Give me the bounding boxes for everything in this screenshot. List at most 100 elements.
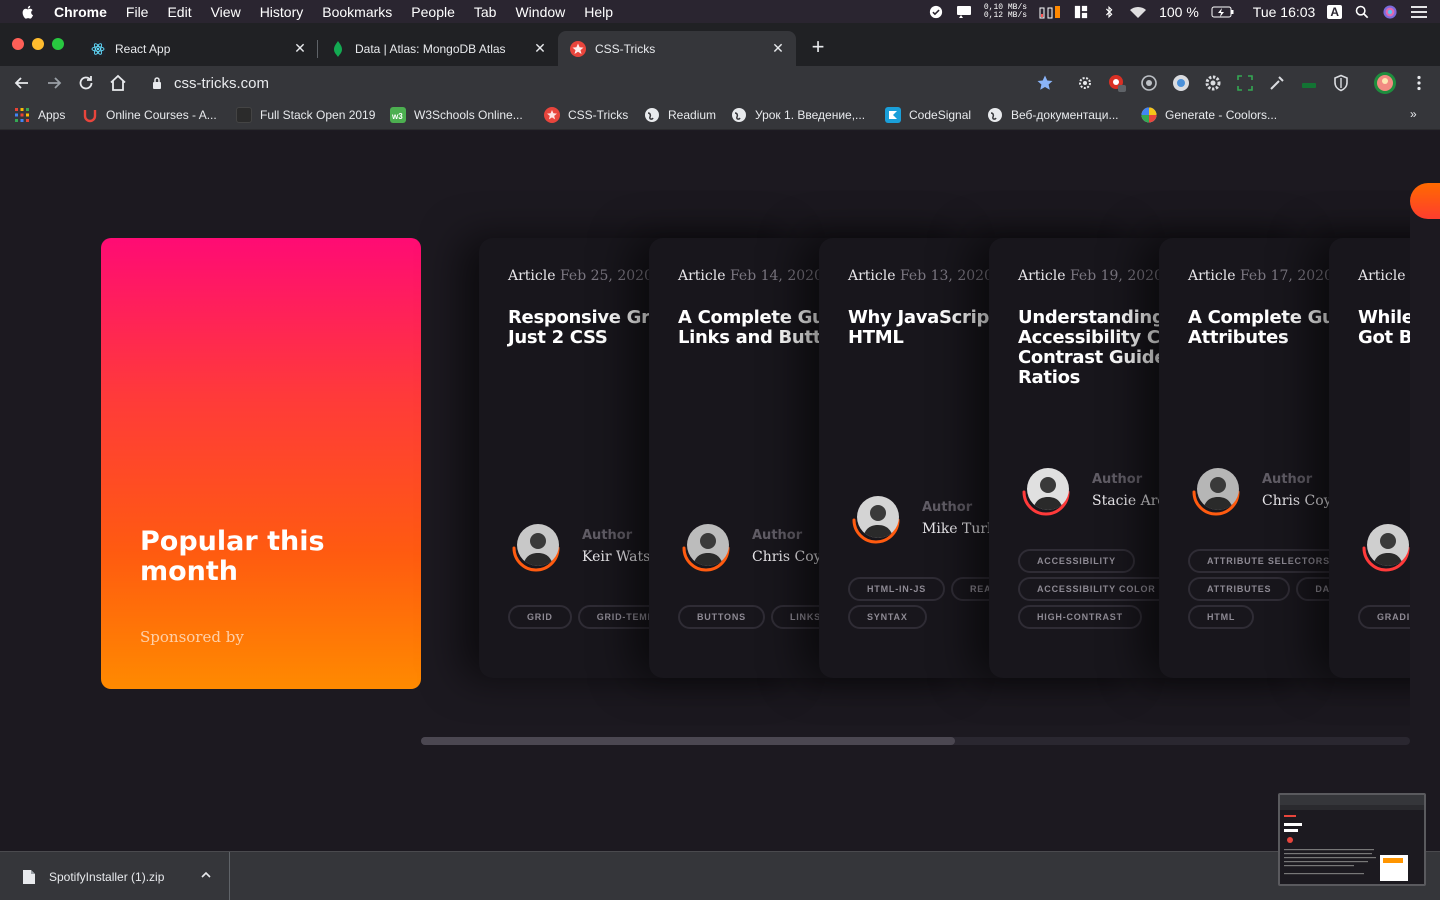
- close-tab-icon[interactable]: ✕: [292, 40, 308, 57]
- article-author[interactable]: Author Chris Coyier: [678, 518, 841, 574]
- input-source-indicator[interactable]: A: [1327, 4, 1342, 19]
- bookmark-web-docs[interactable]: Веб-документаци...: [987, 107, 1119, 123]
- article-author[interactable]: Author Mike Turley: [848, 490, 1008, 546]
- battery-charging-icon[interactable]: [1211, 5, 1235, 19]
- extension-colorpicker-icon[interactable]: [1268, 74, 1286, 92]
- tag-pill[interactable]: GRADIENTS: [1358, 605, 1410, 629]
- shield-icon[interactable]: [1332, 74, 1350, 92]
- bookmarks-overflow-chevron-icon[interactable]: »: [1410, 107, 1417, 121]
- extension-green-icon[interactable]: [1300, 74, 1318, 92]
- menu-history[interactable]: History: [260, 4, 304, 20]
- zoom-window-button[interactable]: [52, 38, 64, 50]
- download-item[interactable]: SpotifyInstaller (1).zip: [0, 852, 230, 900]
- bookmark-w3schools[interactable]: w3 W3Schools Online...: [390, 107, 523, 123]
- extension-target-icon[interactable]: [1140, 74, 1158, 92]
- extension-circle-icon[interactable]: [1172, 74, 1190, 92]
- tag-pill[interactable]: ATTRIBUTES: [1188, 577, 1291, 601]
- bookmark-star-icon[interactable]: [1036, 74, 1054, 92]
- bookmark-codesignal[interactable]: CodeSignal: [885, 107, 971, 123]
- article-title-link[interactable]: While You Were Looking, I Got Bored: [1358, 308, 1410, 348]
- reload-icon[interactable]: [76, 73, 96, 93]
- notification-center-icon[interactable]: [956, 5, 972, 19]
- cpu-meter-icon[interactable]: [1039, 5, 1061, 19]
- profile-avatar-icon[interactable]: [1374, 72, 1396, 94]
- control-center-list-icon[interactable]: [1410, 5, 1428, 19]
- close-tab-icon[interactable]: ✕: [770, 40, 786, 57]
- apple-logo-icon[interactable]: [20, 4, 36, 20]
- tag-pill[interactable]: HTML: [1188, 605, 1255, 629]
- close-window-button[interactable]: [12, 38, 24, 50]
- bookmark-urok-1[interactable]: Урок 1. Введение,...: [731, 107, 865, 123]
- home-icon[interactable]: [108, 73, 128, 93]
- tab-css-tricks[interactable]: CSS-Tricks ✕: [558, 31, 796, 66]
- tab-mongodb-atlas[interactable]: Data | Atlas: MongoDB Atlas ✕: [318, 31, 558, 66]
- chevron-up-icon[interactable]: [200, 869, 212, 881]
- author-avatar[interactable]: [1358, 518, 1410, 574]
- article-author[interactable]: Author Chris Coyier: [1188, 462, 1351, 518]
- battery-percentage[interactable]: 100 %: [1159, 4, 1199, 20]
- tab-title: CSS-Tricks: [595, 41, 656, 56]
- bookmark-coolors[interactable]: Generate - Coolors...: [1141, 107, 1277, 123]
- tag-pill[interactable]: HTML-IN-JS: [848, 577, 945, 601]
- menu-window[interactable]: Window: [515, 4, 565, 20]
- article-author[interactable]: Author Keir Watson: [508, 518, 668, 574]
- tag-pill[interactable]: ACCESSIBILITY: [1018, 549, 1135, 573]
- checkmark-circle-icon[interactable]: [928, 5, 944, 19]
- floating-orange-tab[interactable]: [1410, 183, 1440, 219]
- globe-icon: [988, 108, 1002, 122]
- menubar-clock[interactable]: Tue 16:03: [1253, 4, 1316, 20]
- udemy-icon: [83, 110, 97, 123]
- tag-pill[interactable]: SYNTAX: [848, 605, 927, 629]
- screenshot-preview-thumbnail[interactable]: [1278, 793, 1426, 886]
- address-bar-url[interactable]: css-tricks.com: [174, 75, 269, 92]
- menu-app-name[interactable]: Chrome: [54, 4, 107, 20]
- minimize-window-button[interactable]: [32, 38, 44, 50]
- chrome-menu-icon[interactable]: [1410, 74, 1428, 92]
- author-avatar[interactable]: [508, 518, 564, 574]
- bookmark-online-courses[interactable]: Online Courses - A...: [82, 107, 217, 123]
- menu-help[interactable]: Help: [584, 4, 613, 20]
- tag-pill[interactable]: BUTTONS: [678, 605, 765, 629]
- tag-pill[interactable]: ATTRIBUTE SELECTORS: [1188, 549, 1349, 573]
- author-avatar[interactable]: [1188, 462, 1244, 518]
- author-avatar[interactable]: [848, 490, 904, 546]
- tag-pill[interactable]: HIGH-CONTRAST: [1018, 605, 1142, 629]
- bookmark-apps[interactable]: Apps: [14, 107, 65, 123]
- new-tab-button[interactable]: +: [808, 36, 828, 58]
- css-tricks-page: Popular this month Sponsored by Article …: [0, 131, 1410, 851]
- siri-icon[interactable]: [1382, 4, 1398, 19]
- forward-arrow-icon[interactable]: [44, 73, 64, 93]
- lock-icon[interactable]: [152, 76, 162, 90]
- extension-gear-icon[interactable]: [1076, 74, 1094, 92]
- bookmark-label: W3Schools Online...: [414, 108, 523, 122]
- cards-horizontal-scrollbar[interactable]: [421, 737, 1410, 745]
- menu-view[interactable]: View: [211, 4, 241, 20]
- article-card[interactable]: Article While You Were Looking, I Got Bo…: [1329, 238, 1410, 678]
- menu-file[interactable]: File: [126, 4, 149, 20]
- tag-pill[interactable]: GRID: [508, 605, 572, 629]
- extension-badge-icon[interactable]: [1108, 74, 1126, 92]
- author-photo: [1197, 468, 1239, 510]
- bluetooth-icon[interactable]: [1101, 5, 1117, 19]
- menu-bookmarks[interactable]: Bookmarks: [322, 4, 392, 20]
- menu-tab[interactable]: Tab: [474, 4, 497, 20]
- scrollbar-thumb[interactable]: [421, 737, 955, 745]
- extension-settings-icon[interactable]: [1204, 74, 1222, 92]
- author-avatar[interactable]: [1018, 462, 1074, 518]
- close-tab-icon[interactable]: ✕: [532, 40, 548, 57]
- menu-people[interactable]: People: [411, 4, 455, 20]
- extension-screenshot-icon[interactable]: [1236, 74, 1254, 92]
- window-layout-icon[interactable]: [1073, 5, 1089, 19]
- bookmark-readium[interactable]: Readium: [644, 107, 716, 123]
- tag-pill[interactable]: ACCESSIBILITY COLOR: [1018, 577, 1175, 601]
- spotlight-search-icon[interactable]: [1354, 5, 1370, 19]
- bookmark-full-stack-open[interactable]: Full Stack Open 2019: [236, 107, 375, 123]
- back-arrow-icon[interactable]: [12, 73, 32, 93]
- article-author[interactable]: [1358, 518, 1410, 574]
- tab-react-app[interactable]: React App ✕: [78, 31, 318, 66]
- popular-this-month-panel[interactable]: Popular this month Sponsored by: [101, 238, 421, 689]
- bookmark-css-tricks[interactable]: CSS-Tricks: [544, 107, 628, 123]
- author-avatar[interactable]: [678, 518, 734, 574]
- menu-edit[interactable]: Edit: [167, 4, 191, 20]
- wifi-icon[interactable]: [1129, 5, 1147, 19]
